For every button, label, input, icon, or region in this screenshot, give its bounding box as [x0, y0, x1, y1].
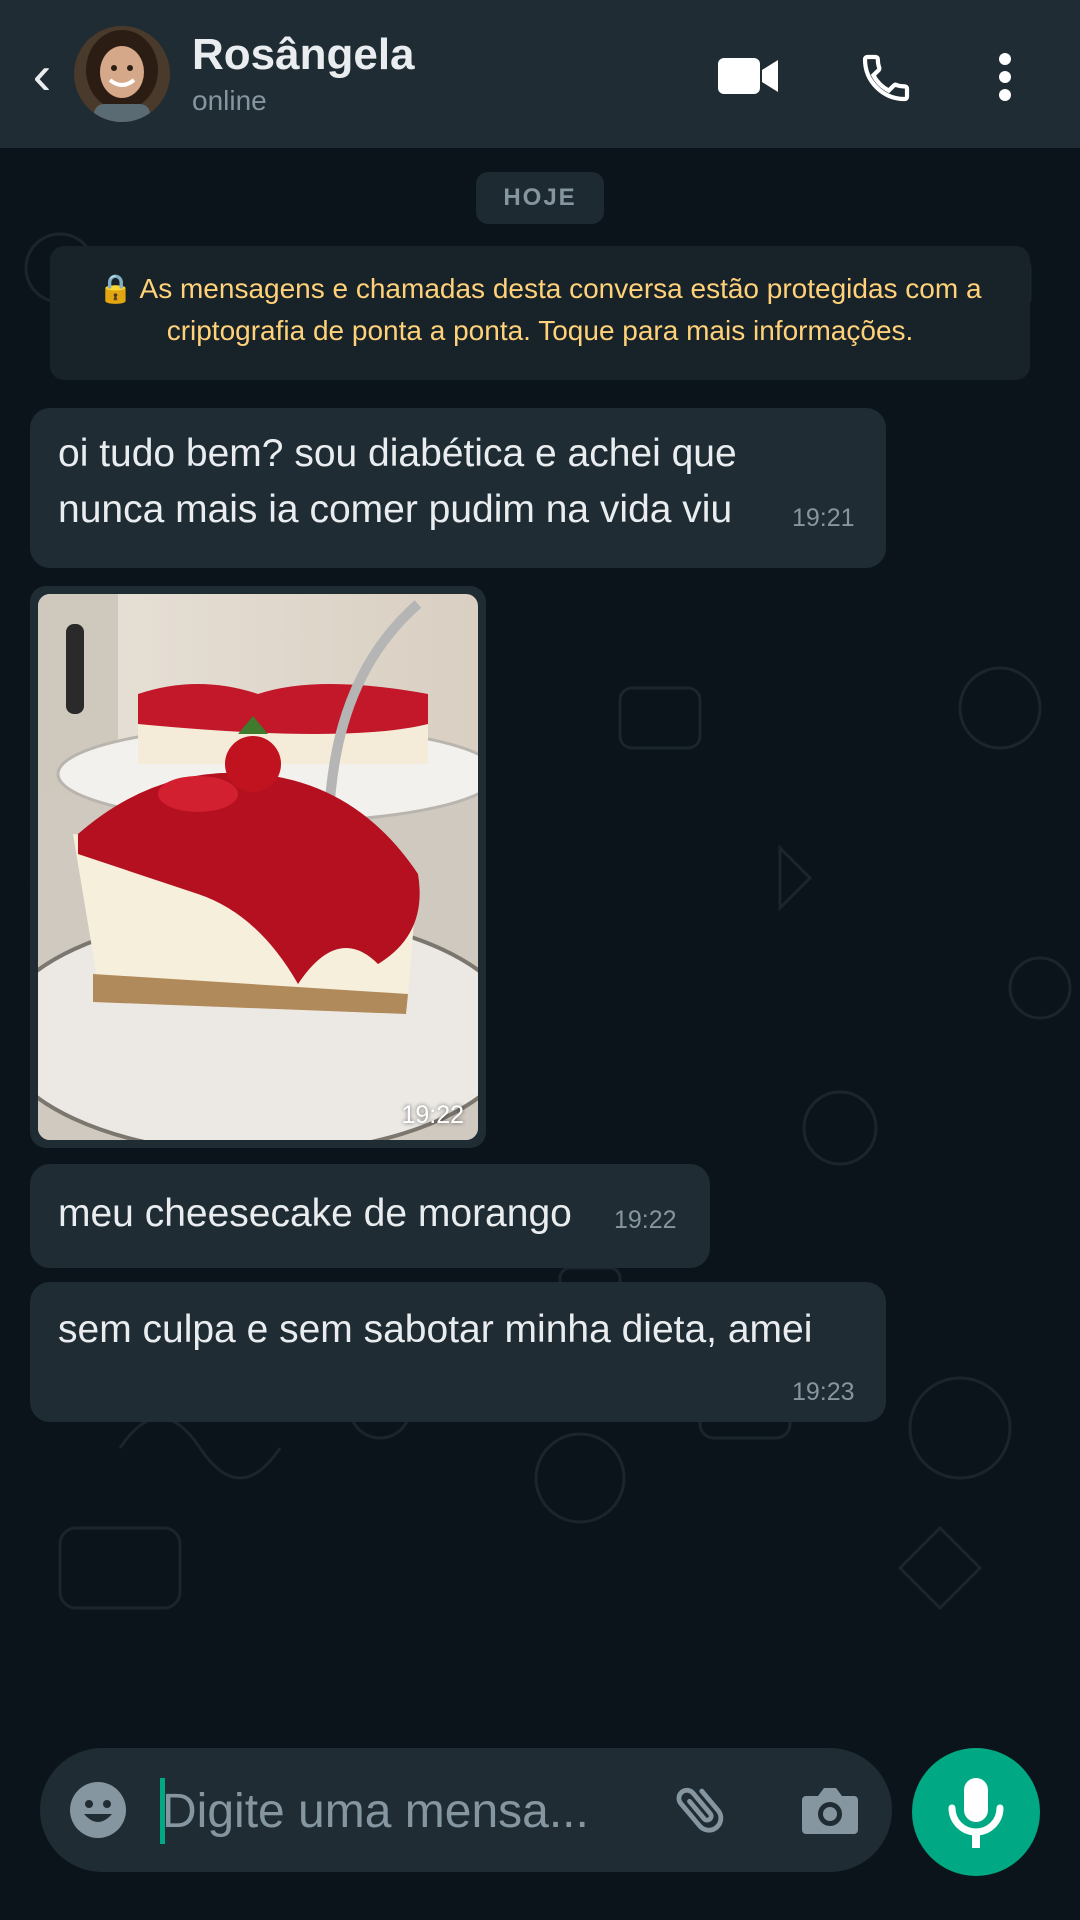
image-message[interactable]: 19:22 [30, 586, 486, 1148]
message-time: 19:23 [792, 1378, 855, 1406]
message-bubble[interactable]: meu cheesecake de morango 19:22 [30, 1164, 710, 1268]
chat-header: ‹ Rosângela online [0, 0, 1080, 148]
message-input[interactable]: Digite uma mensa... [40, 1748, 892, 1872]
cheesecake-photo[interactable] [38, 594, 478, 1140]
contact-name[interactable]: Rosângela [192, 30, 415, 80]
message-text: meu cheesecake de morango [58, 1192, 572, 1235]
camera-icon[interactable] [800, 1782, 860, 1843]
message-input-placeholder: Digite uma mensa... [162, 1785, 589, 1838]
emoji-icon[interactable] [68, 1780, 128, 1845]
message-time: 19:22 [614, 1206, 677, 1234]
date-chip: HOJE [476, 172, 604, 224]
voice-call-icon[interactable] [858, 50, 914, 111]
message-time: 19:21 [792, 504, 855, 532]
more-options-icon[interactable] [996, 52, 1014, 107]
message-text: oi tudo bem? sou diabética e achei que n… [58, 432, 737, 531]
encryption-notice[interactable]: 🔒 As mensagens e chamadas desta conversa… [50, 246, 1030, 380]
contact-status: online [192, 85, 267, 116]
chat-area[interactable]: HOJE 🔒 As mensagens e chamadas desta con… [0, 148, 1080, 1700]
message-bubble[interactable]: oi tudo bem? sou diabética e achei que n… [30, 408, 886, 568]
mic-button[interactable] [912, 1748, 1040, 1876]
composer-bar: Digite uma mensa... [0, 1700, 1080, 1920]
message-text: sem culpa e sem sabotar minha dieta, ame… [58, 1308, 813, 1351]
video-call-icon[interactable] [718, 56, 780, 101]
message-bubble[interactable]: sem culpa e sem sabotar minha dieta, ame… [30, 1282, 886, 1422]
contact-avatar[interactable] [74, 26, 170, 122]
back-button[interactable]: ‹ [22, 40, 62, 110]
attach-icon[interactable] [670, 1778, 734, 1847]
mic-icon [948, 1778, 1004, 1848]
image-time: 19:22 [401, 1101, 464, 1129]
